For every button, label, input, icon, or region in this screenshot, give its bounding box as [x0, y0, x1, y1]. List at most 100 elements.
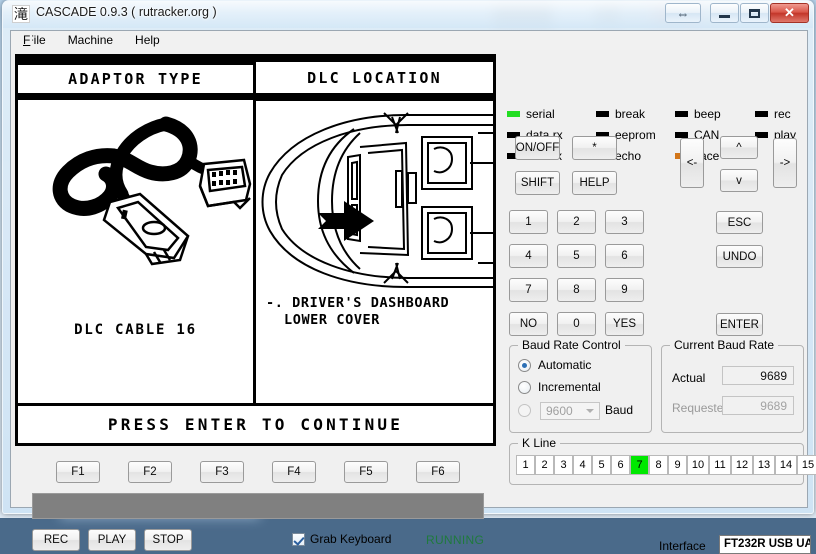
fkey-f3-button[interactable]: F3: [200, 461, 244, 483]
led-rec: rec: [755, 107, 791, 121]
kline-cell-8[interactable]: 8: [649, 455, 668, 475]
key-1-button[interactable]: 1: [509, 210, 548, 234]
baud-fixed-radio[interactable]: [518, 404, 531, 417]
lcd-right-rule-top: [256, 57, 493, 62]
baud-automatic-radio-dot[interactable]: [518, 358, 531, 372]
activity-progress-bar: [32, 493, 484, 519]
key-4-button[interactable]: 4: [509, 244, 548, 268]
lcd-right-caption: -. DRIVER'S DASHBOARD LOWER COVER: [266, 295, 486, 329]
chevron-down-icon: [586, 409, 594, 413]
lcd-right-title: DLC LOCATION: [307, 69, 442, 87]
key-yes-button[interactable]: YES: [605, 312, 644, 336]
menu-item-machine[interactable]: Machine: [58, 31, 123, 50]
led-eeprom-label: eeprom: [615, 128, 656, 142]
kline-cell-2[interactable]: 2: [535, 455, 554, 475]
led-serial-label: serial: [526, 107, 555, 121]
fkey-f5-button[interactable]: F5: [344, 461, 388, 483]
actual-baud-value: 9689: [722, 366, 794, 385]
enter-button[interactable]: ENTER: [716, 313, 763, 336]
nav-right-button[interactable]: ->: [773, 138, 797, 188]
baud-rate-select[interactable]: 9600: [540, 402, 600, 420]
led-rec-label: rec: [774, 107, 791, 121]
kline-cell-7[interactable]: 7: [630, 455, 649, 475]
kline-cell-6[interactable]: 6: [611, 455, 630, 475]
baud-incremental-radio[interactable]: Incremental: [518, 380, 601, 394]
interface-value: FT232R USB UART: [719, 535, 811, 554]
key-7-button[interactable]: 7: [509, 278, 548, 302]
key-2-button[interactable]: 2: [557, 210, 596, 234]
lcd-right-rule-bottom: [256, 93, 493, 101]
maximize-button[interactable]: [740, 3, 769, 23]
close-button[interactable]: ✕: [770, 3, 809, 23]
kline-cell-15[interactable]: 15: [797, 455, 816, 475]
led-beep: beep: [675, 107, 721, 121]
kline-cell-14[interactable]: 14: [775, 455, 797, 475]
kline-cell-5[interactable]: 5: [592, 455, 611, 475]
lcd-right-title-box: DLC LOCATION: [256, 66, 493, 90]
baud-incremental-radio-dot[interactable]: [518, 380, 531, 394]
kline-cell-3[interactable]: 3: [554, 455, 573, 475]
kline-cell-11[interactable]: 11: [709, 455, 731, 475]
menu-bar: FFile Machine Help: [10, 30, 808, 50]
lcd-pane-adaptor-type: ADAPTOR TYPE DLC CABLE 16: [18, 57, 256, 403]
lcd-right-caption-line2: LOWER COVER: [284, 312, 381, 328]
app-icon: 滝: [12, 5, 30, 23]
undo-button[interactable]: UNDO: [716, 245, 763, 268]
led-beep-icon: [675, 111, 688, 117]
kline-cell-10[interactable]: 10: [687, 455, 709, 475]
current-baud-rate-group: Current Baud Rate Actual 9689 Requested …: [661, 338, 804, 433]
fkey-f2-button[interactable]: F2: [128, 461, 172, 483]
star-button[interactable]: *: [572, 136, 617, 160]
title-bar[interactable]: 滝 CASCADE 0.9.3 ( rutracker.org ) ⇔ ✕: [3, 1, 813, 28]
current-baud-rate-title: Current Baud Rate: [670, 338, 779, 352]
menu-item-help[interactable]: Help: [125, 31, 170, 50]
led-echo-label: echo: [615, 149, 642, 163]
key-3-button[interactable]: 3: [605, 210, 644, 234]
minimize-button[interactable]: [710, 3, 739, 23]
shift-button[interactable]: SHIFT: [515, 171, 560, 195]
nav-up-button[interactable]: ^: [720, 136, 758, 159]
menu-item-file[interactable]: FFile: [13, 31, 56, 50]
lcd-left-caption-box: DLC CABLE 16: [18, 319, 253, 341]
fkey-f6-button[interactable]: F6: [416, 461, 460, 483]
baud-incremental-label: Incremental: [538, 380, 601, 394]
led-serial: serial: [507, 107, 555, 121]
kline-cell-4[interactable]: 4: [573, 455, 592, 475]
baud-automatic-radio[interactable]: Automatic: [518, 358, 591, 372]
onoff-button[interactable]: ON/OFF: [515, 136, 560, 160]
car-location-illustration: [256, 103, 493, 293]
help-button[interactable]: HELP: [572, 171, 617, 195]
led-break-icon: [596, 111, 609, 117]
key-9-button[interactable]: 9: [605, 278, 644, 302]
rec-button[interactable]: REC: [32, 529, 80, 551]
play-button[interactable]: PLAY: [88, 529, 136, 551]
fkey-f1-button[interactable]: F1: [56, 461, 100, 483]
grab-keyboard-checkbox[interactable]: Grab Keyboard: [292, 532, 391, 546]
baud-rate-control-group: Baud Rate Control Automatic Incremental …: [509, 338, 652, 433]
baud-fixed-radio-dot[interactable]: [518, 404, 531, 417]
nav-down-button[interactable]: v: [720, 169, 758, 192]
key-8-button[interactable]: 8: [557, 278, 596, 302]
application-window: 滝 CASCADE 0.9.3 ( rutracker.org ) ⇔ ✕ FF…: [2, 0, 816, 554]
stop-button[interactable]: STOP: [144, 529, 192, 551]
resize-button[interactable]: ⇔: [665, 3, 701, 23]
nav-left-button[interactable]: <-: [680, 138, 704, 188]
fkey-f4-button[interactable]: F4: [272, 461, 316, 483]
key-6-button[interactable]: 6: [605, 244, 644, 268]
kline-cell-13[interactable]: 13: [753, 455, 775, 475]
menu-item-machine-label: Machine: [67, 33, 114, 47]
kline-cell-12[interactable]: 12: [731, 455, 753, 475]
kline-cell-9[interactable]: 9: [668, 455, 687, 475]
key-5-button[interactable]: 5: [557, 244, 596, 268]
grab-keyboard-checkbox-box[interactable]: [292, 532, 305, 546]
key-no-button[interactable]: NO: [509, 312, 548, 336]
kline-cell-1[interactable]: 1: [516, 455, 535, 475]
led-break-label: break: [615, 107, 646, 121]
baud-rate-control-title: Baud Rate Control: [518, 338, 625, 352]
resize-icon: ⇔: [676, 5, 690, 21]
interface-label: Interface: [659, 539, 706, 553]
lcd-footer-strip: PRESS ENTER TO CONTINUE: [15, 406, 496, 446]
key-0-button[interactable]: 0: [557, 312, 596, 336]
esc-button[interactable]: ESC: [716, 211, 763, 234]
lcd-left-title: ADAPTOR TYPE: [68, 70, 203, 88]
